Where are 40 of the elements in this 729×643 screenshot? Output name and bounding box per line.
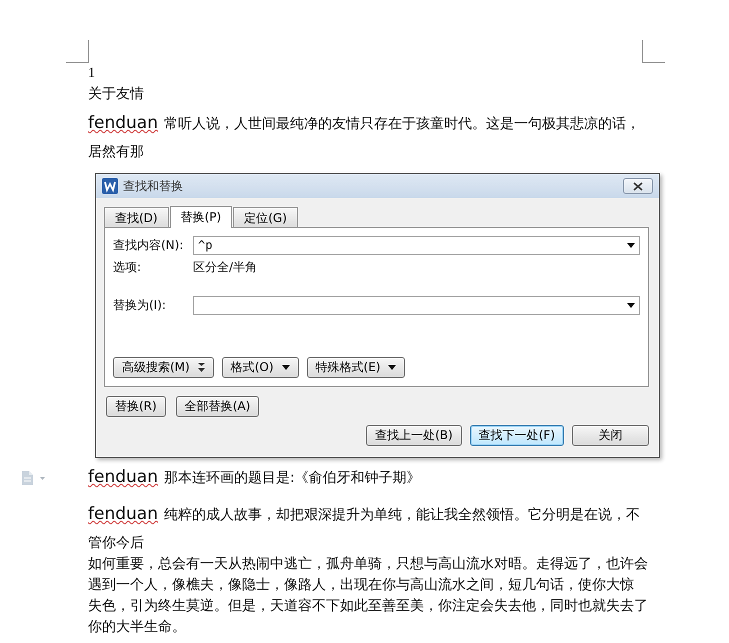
paragraph: fenduan 纯粹的成人故事，却把艰深提升为单纯，能让我全然领悟。它分明是在说，不	[88, 503, 641, 526]
text-line: 如何重要，总会有一天从热闹中逃亡，孤舟单骑，只想与高山流水对晤。走得远了，也许会	[88, 555, 648, 574]
tab[interactable]: 定位(G)	[233, 207, 298, 227]
page-corner-mark	[66, 40, 89, 63]
dialog-button[interactable]: 关闭	[572, 425, 649, 446]
field-label: 选项:	[113, 258, 142, 276]
dialog-button[interactable]: 查找下一处(F)	[470, 425, 564, 446]
dropdown-arrow-icon	[627, 302, 635, 308]
double-chevron-icon	[198, 363, 205, 372]
app-logo-icon	[102, 178, 118, 194]
paragraph: fenduan 常听人说，人世间最纯净的友情只存在于孩童时代。这是一句极其悲凉的话，	[88, 112, 641, 135]
text-line: 居然有那	[88, 143, 145, 162]
paragraph: fenduan 那本连环画的题目是:《俞伯牙和钟子期》	[88, 466, 422, 489]
text-line: 你的大半生命。	[88, 618, 187, 637]
page-corner-mark	[642, 40, 665, 63]
replace-button[interactable]: 全部替换(A)	[176, 396, 260, 417]
dialog-title: 查找和替换	[123, 178, 184, 194]
replace-button[interactable]: 替换(R)	[106, 396, 166, 417]
page-number: 1	[88, 65, 96, 83]
find-field[interactable]: ^p	[193, 236, 640, 254]
replace-field[interactable]	[193, 296, 640, 314]
tab[interactable]: 查找(D)	[104, 207, 169, 227]
text-line: 遇到一个人，像樵夫，像隐士，像路人，出现在你与高山流水之间，短几句话，使你大惊	[88, 576, 635, 595]
dropdown-arrow-icon	[282, 365, 290, 370]
dropdown-arrow-icon	[627, 242, 635, 248]
text-line: 管你今后	[88, 534, 145, 553]
dialog-button[interactable]: 查找上一处(B)	[366, 425, 462, 446]
tab[interactable]: 替换(P)	[170, 206, 232, 228]
document-icon[interactable]	[20, 470, 48, 486]
text-line: 关于友情	[88, 85, 145, 104]
options-value: 区分全/半角	[193, 258, 258, 276]
option-button[interactable]: 高级搜索(M)	[113, 357, 214, 378]
option-button[interactable]: 格式(O)	[222, 357, 299, 378]
field-label: 替换为(I):	[113, 296, 167, 314]
field-label: 查找内容(N):	[113, 236, 184, 254]
close-button[interactable]	[623, 178, 653, 194]
option-button[interactable]: 特殊格式(E)	[306, 357, 406, 378]
dropdown-arrow-icon	[388, 365, 396, 370]
text-line: 失色，引为终生莫逆。但是，天道容不下如此至善至美，你注定会失去他，同时也就失去了	[88, 597, 648, 616]
close-icon	[633, 182, 643, 190]
